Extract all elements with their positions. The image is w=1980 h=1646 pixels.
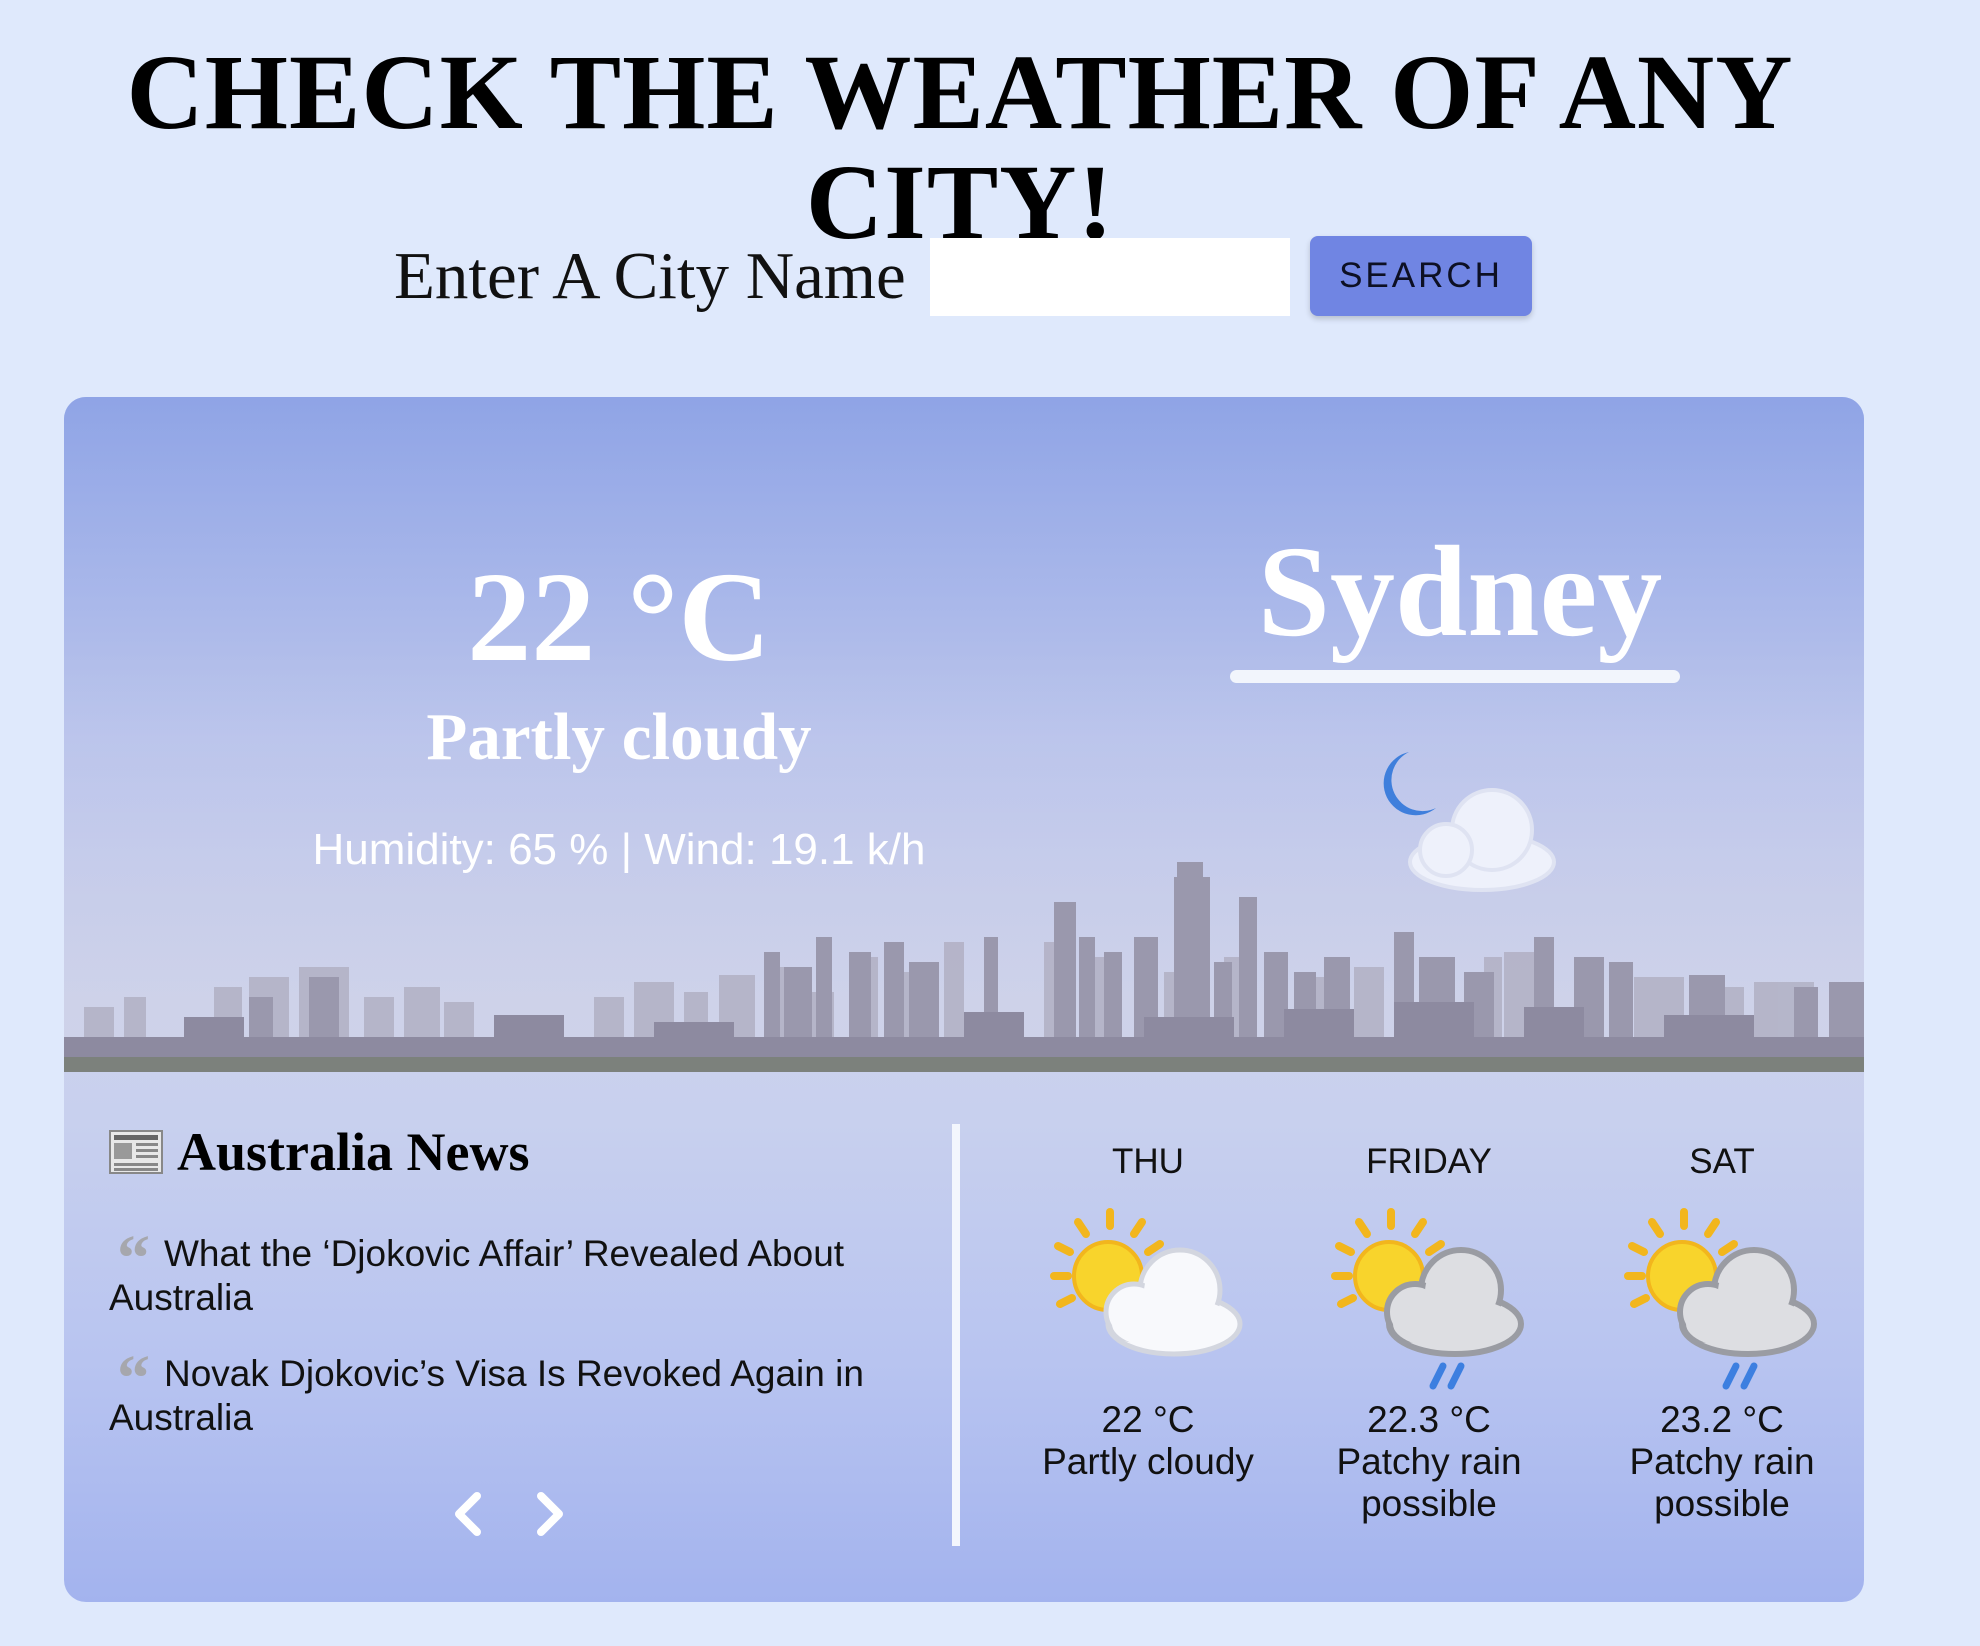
forecast-day: THU 22 °C Partly cloudy bbox=[1018, 1140, 1278, 1483]
forecast-condition: Partly cloudy bbox=[1042, 1441, 1254, 1482]
sun-rain-cloud-icon bbox=[1331, 1208, 1524, 1390]
news-list: “What the ‘Djokovic Affair’ Revealed Abo… bbox=[109, 1222, 929, 1472]
forecast-day-name: SAT bbox=[1689, 1142, 1755, 1181]
forecast-temperature: 22.3 °C bbox=[1367, 1399, 1491, 1440]
chevron-right-icon[interactable] bbox=[524, 1484, 574, 1544]
forecast-day: FRIDAY 22.3 °C Patchy rain possible bbox=[1299, 1140, 1559, 1525]
news-item[interactable]: “What the ‘Djokovic Affair’ Revealed Abo… bbox=[109, 1222, 929, 1320]
newspaper-icon bbox=[109, 1130, 163, 1174]
city-name: Sydney bbox=[1257, 520, 1663, 664]
forecast-temperature: 23.2 °C bbox=[1660, 1399, 1784, 1440]
section-divider bbox=[952, 1124, 960, 1546]
news-title: Australia News bbox=[177, 1122, 530, 1182]
city-search-input[interactable] bbox=[930, 238, 1290, 316]
current-condition: Partly cloudy bbox=[426, 700, 812, 774]
humidity-wind-details: Humidity: 65 % | Wind: 19.1 k/h bbox=[312, 825, 926, 874]
forecast-day: SAT 23.2 °C Patchy rain possible bbox=[1592, 1140, 1852, 1525]
forecast-section: THU 22 °C Partly cloudy FRIDAY 22.3 °C P… bbox=[964, 1072, 1864, 1602]
page-title: CHECK THE WEATHER OF ANY CITY! bbox=[126, 34, 1794, 262]
search-label: Enter A City Name bbox=[394, 239, 906, 313]
forecast-day-name: THU bbox=[1112, 1142, 1184, 1181]
city-name-underline bbox=[1230, 670, 1680, 683]
news-navigation bbox=[444, 1484, 574, 1544]
forecast-temperature: 22 °C bbox=[1101, 1399, 1195, 1440]
news-item[interactable]: “Novak Djokovic’s Visa Is Revoked Again … bbox=[109, 1342, 929, 1440]
weather-card: 22 °C Partly cloudy Humidity: 65 % | Win… bbox=[64, 397, 1864, 1602]
sun-rain-cloud-icon bbox=[1624, 1208, 1817, 1390]
quote-icon: “ bbox=[117, 1222, 150, 1295]
current-temperature: 22 °C bbox=[467, 546, 771, 688]
chevron-left-icon[interactable] bbox=[444, 1484, 494, 1544]
search-button[interactable]: SEARCH bbox=[1310, 236, 1532, 316]
news-section: Australia News “What the ‘Djokovic Affai… bbox=[64, 1072, 954, 1602]
sun-cloud-icon bbox=[1050, 1208, 1243, 1357]
forecast-condition: Patchy rain possible bbox=[1629, 1441, 1815, 1524]
search-bar: Enter A City Name SEARCH bbox=[0, 236, 1980, 316]
news-item-text: Novak Djokovic’s Visa Is Revoked Again i… bbox=[109, 1353, 864, 1438]
news-item-text: What the ‘Djokovic Affair’ Revealed Abou… bbox=[109, 1233, 845, 1318]
quote-icon: “ bbox=[117, 1342, 150, 1415]
forecast-condition: Patchy rain possible bbox=[1336, 1441, 1522, 1524]
news-heading: Australia News bbox=[109, 1122, 529, 1182]
forecast-day-name: FRIDAY bbox=[1366, 1142, 1492, 1181]
night-partly-cloudy-icon bbox=[1383, 752, 1556, 892]
